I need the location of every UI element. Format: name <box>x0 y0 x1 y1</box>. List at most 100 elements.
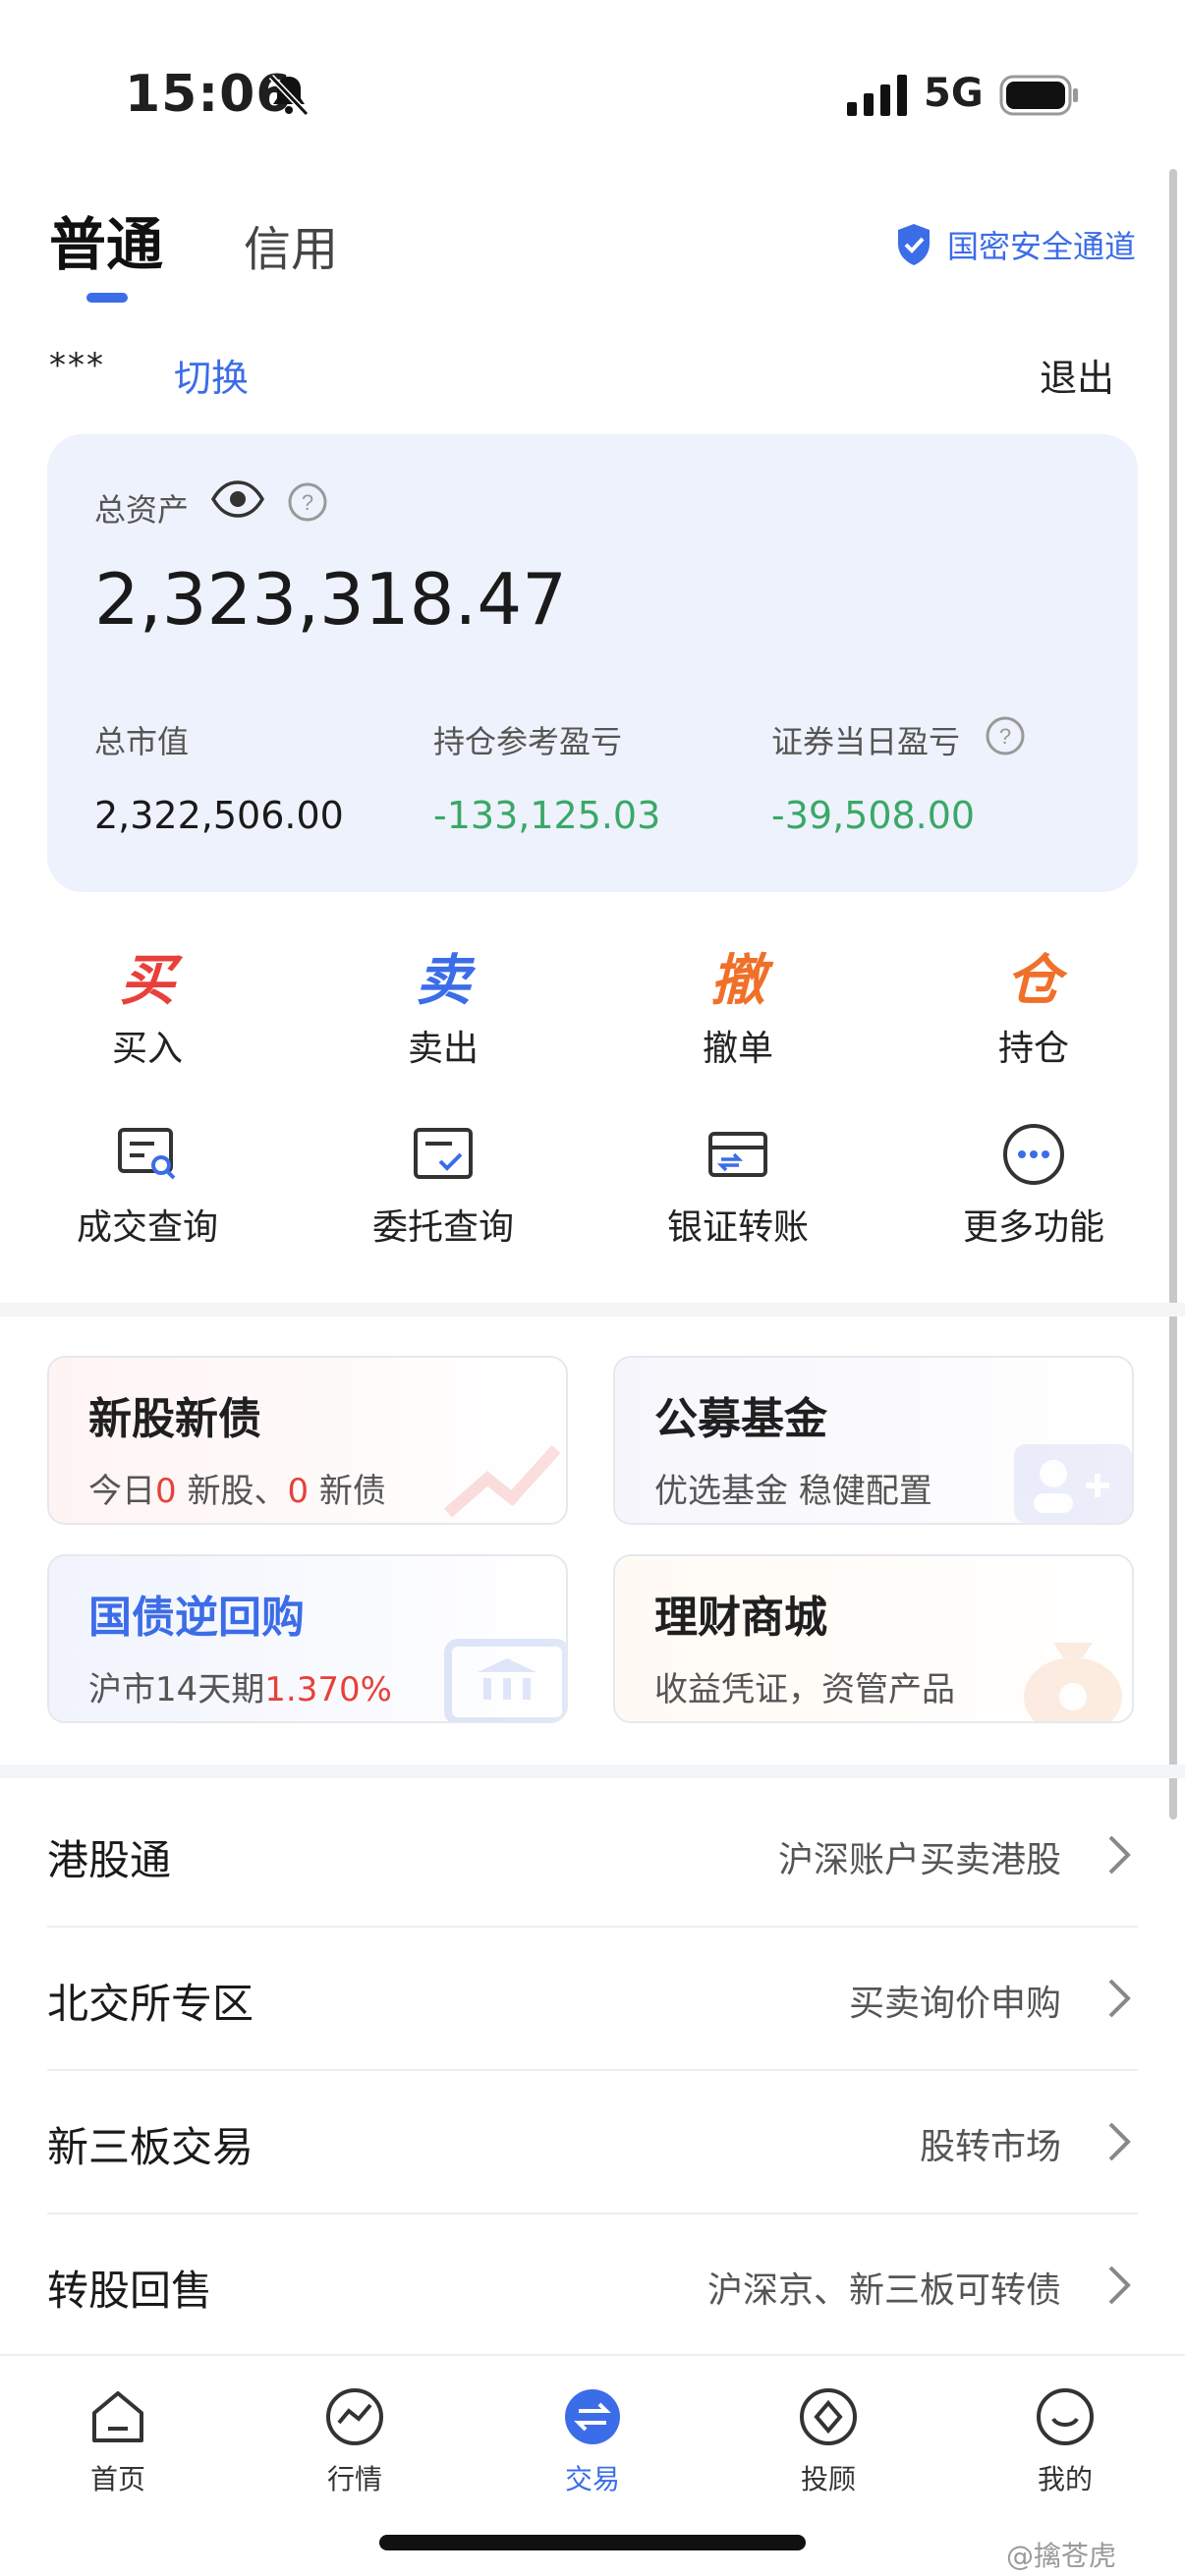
buy-label: 买入 <box>111 1029 183 1069</box>
list-item-conversion[interactable]: 转股回售 沪深京、新三板可转债 <box>47 2214 1138 2358</box>
cancel-order-label: 撤单 <box>702 1029 773 1069</box>
fund-tile[interactable]: 公募基金 优选基金 稳健配置 <box>613 1356 1134 1525</box>
watermark: @擒苍虎 <box>1006 2540 1117 2572</box>
fund-subtitle: 优选基金 稳健配置 <box>654 1472 932 1511</box>
help-icon[interactable]: ? <box>985 715 1026 756</box>
buy-button[interactable]: 买 买入 <box>29 941 265 1071</box>
nav-mine-label: 我的 <box>1037 2463 1093 2495</box>
list-item-neeq[interactable]: 新三板交易 股转市场 <box>47 2071 1138 2214</box>
order-query-icon <box>414 1128 473 1179</box>
home-indicator[interactable] <box>379 2535 806 2550</box>
total-assets-label: 总资产 <box>94 491 190 529</box>
chevron-right-icon <box>1108 2266 1131 2305</box>
home-icon <box>92 2391 143 2442</box>
order-query-label: 委托查询 <box>371 1207 514 1248</box>
nav-market-label: 行情 <box>326 2463 382 2495</box>
nav-trade-label: 交易 <box>564 2463 620 2495</box>
total-assets-value: 2,323,318.47 <box>94 558 567 641</box>
asset-card: 总资产 ? 2,323,318.47 总市值 持仓参考盈亏 证券当日盈亏 ? 2… <box>47 434 1138 892</box>
nav-advisor[interactable]: 投顾 <box>760 2385 897 2497</box>
deal-query-label: 成交查询 <box>76 1207 218 1248</box>
market-value-label: 总市值 <box>94 723 190 760</box>
shield-icon <box>898 224 930 265</box>
secure-channel-link[interactable]: 国密安全通道 <box>894 222 1136 267</box>
nav-advisor-label: 投顾 <box>800 2463 856 2495</box>
sell-icon: 卖 <box>416 948 471 1013</box>
cancel-order-button[interactable]: 撤 撤单 <box>620 941 856 1071</box>
svg-text:?: ? <box>302 490 313 515</box>
list-item-hk-connect[interactable]: 港股通 沪深账户买卖港股 <box>47 1784 1138 1928</box>
list-item-bse[interactable]: 北交所专区 买卖询价申购 <box>47 1928 1138 2071</box>
ipo-title: 新股新债 <box>88 1394 261 1444</box>
wealth-mall-subtitle: 收益凭证，资管产品 <box>654 1670 955 1709</box>
ipo-tile[interactable]: 新股新债 今日0 新股、0 新债 <box>47 1356 568 1525</box>
active-tab-indicator <box>86 293 128 303</box>
tab-normal[interactable]: 普通 <box>49 198 163 281</box>
tab-credit[interactable]: 信用 <box>244 210 338 279</box>
trend-up-icon <box>444 1444 561 1518</box>
more-functions-label: 更多功能 <box>962 1207 1104 1248</box>
positions-button[interactable]: 仓 持仓 <box>916 941 1152 1071</box>
more-functions-button[interactable]: 更多功能 <box>916 1120 1152 1250</box>
list-item-title: 转股回售 <box>47 2267 213 2315</box>
reverse-repo-subtitle: 沪市14天期1.370% <box>88 1670 392 1709</box>
market-icon <box>326 2388 383 2445</box>
nav-home-label: 首页 <box>89 2463 145 2495</box>
nav-market[interactable]: 行情 <box>286 2385 423 2497</box>
position-pnl-value: -133,125.03 <box>433 794 661 837</box>
sell-label: 卖出 <box>407 1029 479 1069</box>
market-value: 2,322,506.00 <box>94 794 344 837</box>
bank-transfer-button[interactable]: 银证转账 <box>620 1120 856 1250</box>
daily-pnl-label: 证券当日盈亏 <box>771 723 961 760</box>
nav-mine[interactable]: 我的 <box>996 2385 1134 2497</box>
deal-query-icon <box>118 1128 176 1180</box>
network-type: 5G <box>924 71 984 116</box>
account-masked: *** <box>49 346 105 385</box>
svg-text:?: ? <box>999 724 1011 749</box>
bank-transfer-label: 银证转账 <box>666 1207 809 1248</box>
cancel-order-icon: 撤 <box>710 948 765 1013</box>
battery-icon <box>999 75 1078 116</box>
trade-icon <box>565 2389 620 2444</box>
signal-icon <box>847 75 907 116</box>
list-item-desc: 沪深账户买卖港股 <box>777 1840 1061 1880</box>
reverse-repo-tile[interactable]: 国债逆回购 沪市14天期1.370% <box>47 1554 568 1723</box>
list-item-desc: 沪深京、新三板可转债 <box>706 2270 1061 2311</box>
positions-icon: 仓 <box>1006 948 1061 1013</box>
logout-button[interactable]: 退出 <box>1040 348 1114 402</box>
reverse-repo-title: 国债逆回购 <box>88 1593 305 1643</box>
list-item-title: 新三板交易 <box>47 2123 254 2171</box>
bank-building-icon <box>444 1639 566 1721</box>
advisor-icon <box>800 2388 857 2445</box>
position-pnl-label: 持仓参考盈亏 <box>433 723 623 760</box>
buy-icon: 买 <box>120 948 175 1013</box>
status-bar: 15:06 5G <box>0 0 1185 157</box>
list-item-title: 北交所专区 <box>47 1980 254 2028</box>
scrollbar[interactable] <box>1169 169 1177 1820</box>
nav-home[interactable]: 首页 <box>49 2385 187 2497</box>
wealth-mall-title: 理财商城 <box>654 1593 827 1643</box>
ipo-subtitle: 今日0 新股、0 新债 <box>88 1472 386 1511</box>
section-divider <box>0 1764 1185 1778</box>
list-item-desc: 股转市场 <box>919 2127 1061 2167</box>
switch-account-button[interactable]: 切换 <box>174 348 249 402</box>
chevron-right-icon <box>1108 1835 1131 1875</box>
eye-icon[interactable] <box>210 479 265 519</box>
nav-trade[interactable]: 交易 <box>524 2385 661 2497</box>
bank-transfer-icon <box>708 1132 767 1177</box>
daily-pnl-value: -39,508.00 <box>771 794 976 837</box>
help-icon[interactable]: ? <box>287 481 328 523</box>
list-item-title: 港股通 <box>47 1836 172 1884</box>
chevron-right-icon <box>1108 1979 1131 2018</box>
wealth-mall-tile[interactable]: 理财商城 收益凭证，资管产品 <box>613 1554 1134 1723</box>
profile-icon <box>1037 2388 1094 2445</box>
list-item-desc: 买卖询价申购 <box>848 1984 1061 2024</box>
chevron-right-icon <box>1108 2122 1131 2161</box>
deal-query-button[interactable]: 成交查询 <box>29 1120 265 1250</box>
sell-button[interactable]: 卖 卖出 <box>325 941 561 1071</box>
more-icon <box>1003 1124 1064 1185</box>
section-divider <box>0 1303 1185 1316</box>
bell-muted-icon <box>268 74 310 117</box>
order-query-button[interactable]: 委托查询 <box>325 1120 561 1250</box>
money-bag-icon <box>1024 1643 1122 1721</box>
